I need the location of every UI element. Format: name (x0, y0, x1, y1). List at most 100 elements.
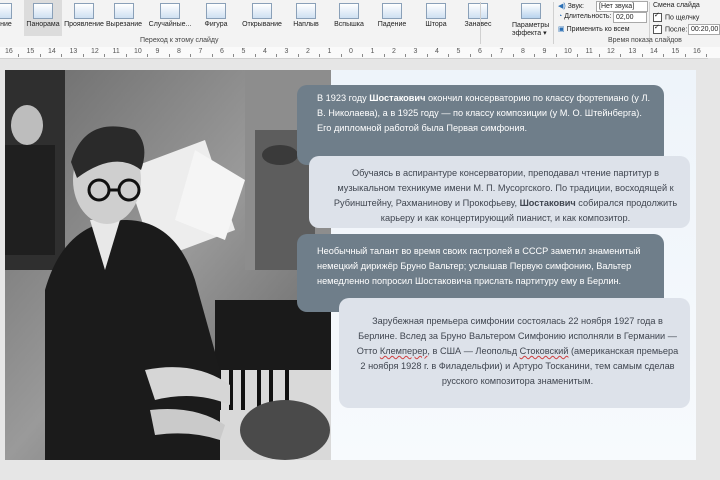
ruler-tick (61, 54, 62, 57)
ruler-number: 11 (112, 48, 120, 55)
effect-options-icon (521, 3, 541, 19)
horizontal-ruler[interactable]: 16 15 14 13 12 11 10 9 8 7 6 5 4 3 2 1 0 1 2 3 4 5 6 7 8 9 10 11 12 1… (0, 47, 720, 59)
ruler-number: 14 (48, 48, 56, 55)
ruler-number: 2 (306, 48, 310, 55)
advance-slide-label: Смена слайда (653, 2, 700, 9)
ruler-number: 4 (263, 48, 267, 55)
transition-icon (252, 3, 272, 19)
ribbon-separator (480, 2, 481, 44)
stokowski-name: Стоковский (519, 346, 569, 356)
ruler-number: 5 (241, 48, 246, 55)
effect-options-label-line1: Параметры (512, 22, 550, 29)
shostakovich-photo (5, 70, 331, 460)
transition-button[interactable]: Штора (417, 0, 455, 36)
transition-button[interactable]: Открывание (240, 0, 284, 36)
transition-icon (206, 3, 226, 19)
ruler-tick (168, 54, 170, 57)
transition-icon (114, 3, 134, 19)
ruler-number: 16 (5, 48, 13, 55)
transition-button[interactable]: Проявление (64, 0, 104, 36)
transition-button[interactable]: Наплыв (288, 0, 324, 36)
ruler-number: 11 (585, 48, 593, 55)
ruler-tick (405, 54, 406, 57)
ruler-number: 2 (392, 48, 396, 55)
ruler-tick (491, 54, 492, 57)
ruler-number: 0 (349, 48, 353, 55)
checkbox-icon (653, 23, 662, 34)
slide-canvas[interactable]: В 1923 году Шостакович окончил консерват… (5, 70, 696, 460)
ruler-number: 8 (177, 48, 181, 55)
after-checkbox[interactable]: После: (653, 23, 687, 34)
ruler-tick (534, 54, 535, 57)
ruler-tick (598, 54, 600, 57)
ruler-number: 3 (284, 48, 289, 55)
transition-label: Штора (425, 21, 447, 28)
ruler-tick (469, 54, 471, 57)
ruler-tick (190, 54, 191, 57)
duration-label: ◔ Длительность: (558, 13, 612, 20)
transition-button[interactable]: Занавес (460, 0, 496, 36)
transition-button[interactable]: ление (0, 0, 20, 36)
transition-label: Фигура (204, 21, 228, 28)
transition-label: Вспышка (334, 21, 364, 28)
transition-icon (468, 3, 488, 19)
card4-text-b: , в США — Леопольд (427, 346, 520, 356)
transition-button[interactable]: Панорама (24, 0, 62, 36)
ruler-number: 12 (91, 48, 99, 55)
transition-label: Занавес (464, 21, 492, 28)
transition-label: Падение (377, 21, 407, 28)
on-click-checkbox[interactable]: По щелчку (653, 11, 699, 22)
ruler-number: 10 (134, 48, 142, 55)
ruler-number: 9 (155, 48, 160, 55)
transition-label: Проявление (64, 21, 104, 28)
ruler-number: 4 (435, 48, 439, 55)
ruler-number: 13 (628, 48, 637, 55)
ruler-number: 7 (198, 48, 203, 55)
card1-text-a: В 1923 году (317, 93, 370, 103)
effect-options-label[interactable]: Параметры эффекта ▾ (512, 22, 549, 38)
transition-icon (160, 3, 180, 19)
ruler-tick (340, 54, 342, 57)
ruler-number: 8 (521, 48, 525, 55)
transition-icon (382, 3, 402, 19)
ruler-tick (555, 54, 557, 57)
photo-illustration (5, 70, 331, 460)
transition-button[interactable]: Вырезание (104, 0, 144, 36)
ruler-tick (426, 54, 428, 57)
transition-button[interactable]: Фигура (197, 0, 235, 36)
card2-bold: Шостакович (519, 198, 576, 208)
card1-bold: Шостакович (369, 93, 426, 103)
text-card-2[interactable]: Обучаясь в аспирантуре консерватории, пр… (309, 156, 690, 228)
ruler-tick (276, 54, 277, 57)
transition-icon (33, 3, 53, 19)
group-label-transition: Переход к этому слайду (140, 37, 219, 44)
sound-select[interactable]: [Нет звука] (596, 1, 648, 12)
ruler-number: 16 (693, 48, 701, 55)
ruler-tick (254, 54, 256, 57)
transition-label: Случайные... (148, 21, 192, 28)
ruler-tick (684, 54, 686, 57)
transition-label: Панорама (26, 21, 60, 28)
ruler-tick (104, 54, 105, 57)
ruler-number: 10 (564, 48, 572, 55)
ruler-tick (620, 54, 621, 57)
ruler-tick (383, 54, 385, 57)
vertical-scrollbar[interactable] (708, 58, 720, 478)
transition-icon (74, 3, 94, 19)
ruler-number: 3 (413, 48, 418, 55)
ruler-tick (362, 54, 363, 57)
ruler-tick (125, 54, 127, 57)
after-time-input[interactable]: 00:20,00 (688, 24, 720, 35)
ruler-tick (233, 54, 234, 57)
text-card-1[interactable]: В 1923 году Шостакович окончил консерват… (297, 85, 664, 165)
transition-button[interactable]: Падение (372, 0, 412, 36)
ruler-tick (319, 54, 320, 57)
ruler-tick (147, 54, 148, 57)
transition-button[interactable]: Вспышка (330, 0, 368, 36)
transition-label: Наплыв (293, 21, 319, 28)
apply-all-button[interactable]: ▣ Применить ко всем (558, 25, 630, 33)
ruler-tick (706, 54, 707, 57)
duration-input[interactable]: 02,00 (613, 12, 647, 23)
text-card-4[interactable]: Зарубежная премьера симфонии состоялась … (339, 298, 690, 408)
transition-button[interactable]: Случайные... (147, 0, 193, 36)
